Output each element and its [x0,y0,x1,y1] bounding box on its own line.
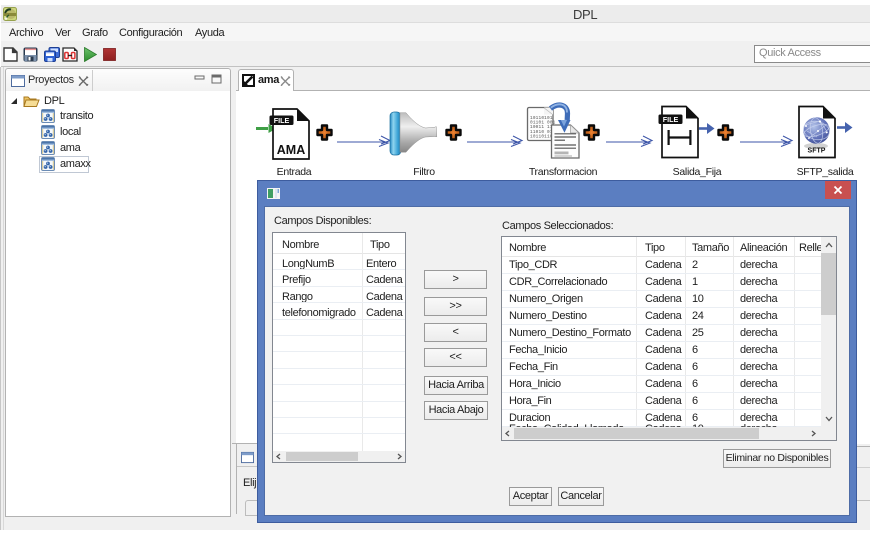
svg-text:10110110: 10110110 [530,134,553,139]
svg-text:Transformacion: Transformacion [529,166,598,178]
svg-text:Salida_Fija: Salida_Fija [673,166,722,178]
svg-text:FILE: FILE [274,116,290,125]
svg-text:SFTP_salida: SFTP_salida [797,166,854,178]
svg-text:FILE: FILE [663,115,679,124]
svg-text:SFTP: SFTP [808,148,826,155]
svg-text:Filtro: Filtro [413,166,435,178]
svg-text:Entrada: Entrada [277,166,312,178]
svg-text:AMA: AMA [277,143,305,157]
